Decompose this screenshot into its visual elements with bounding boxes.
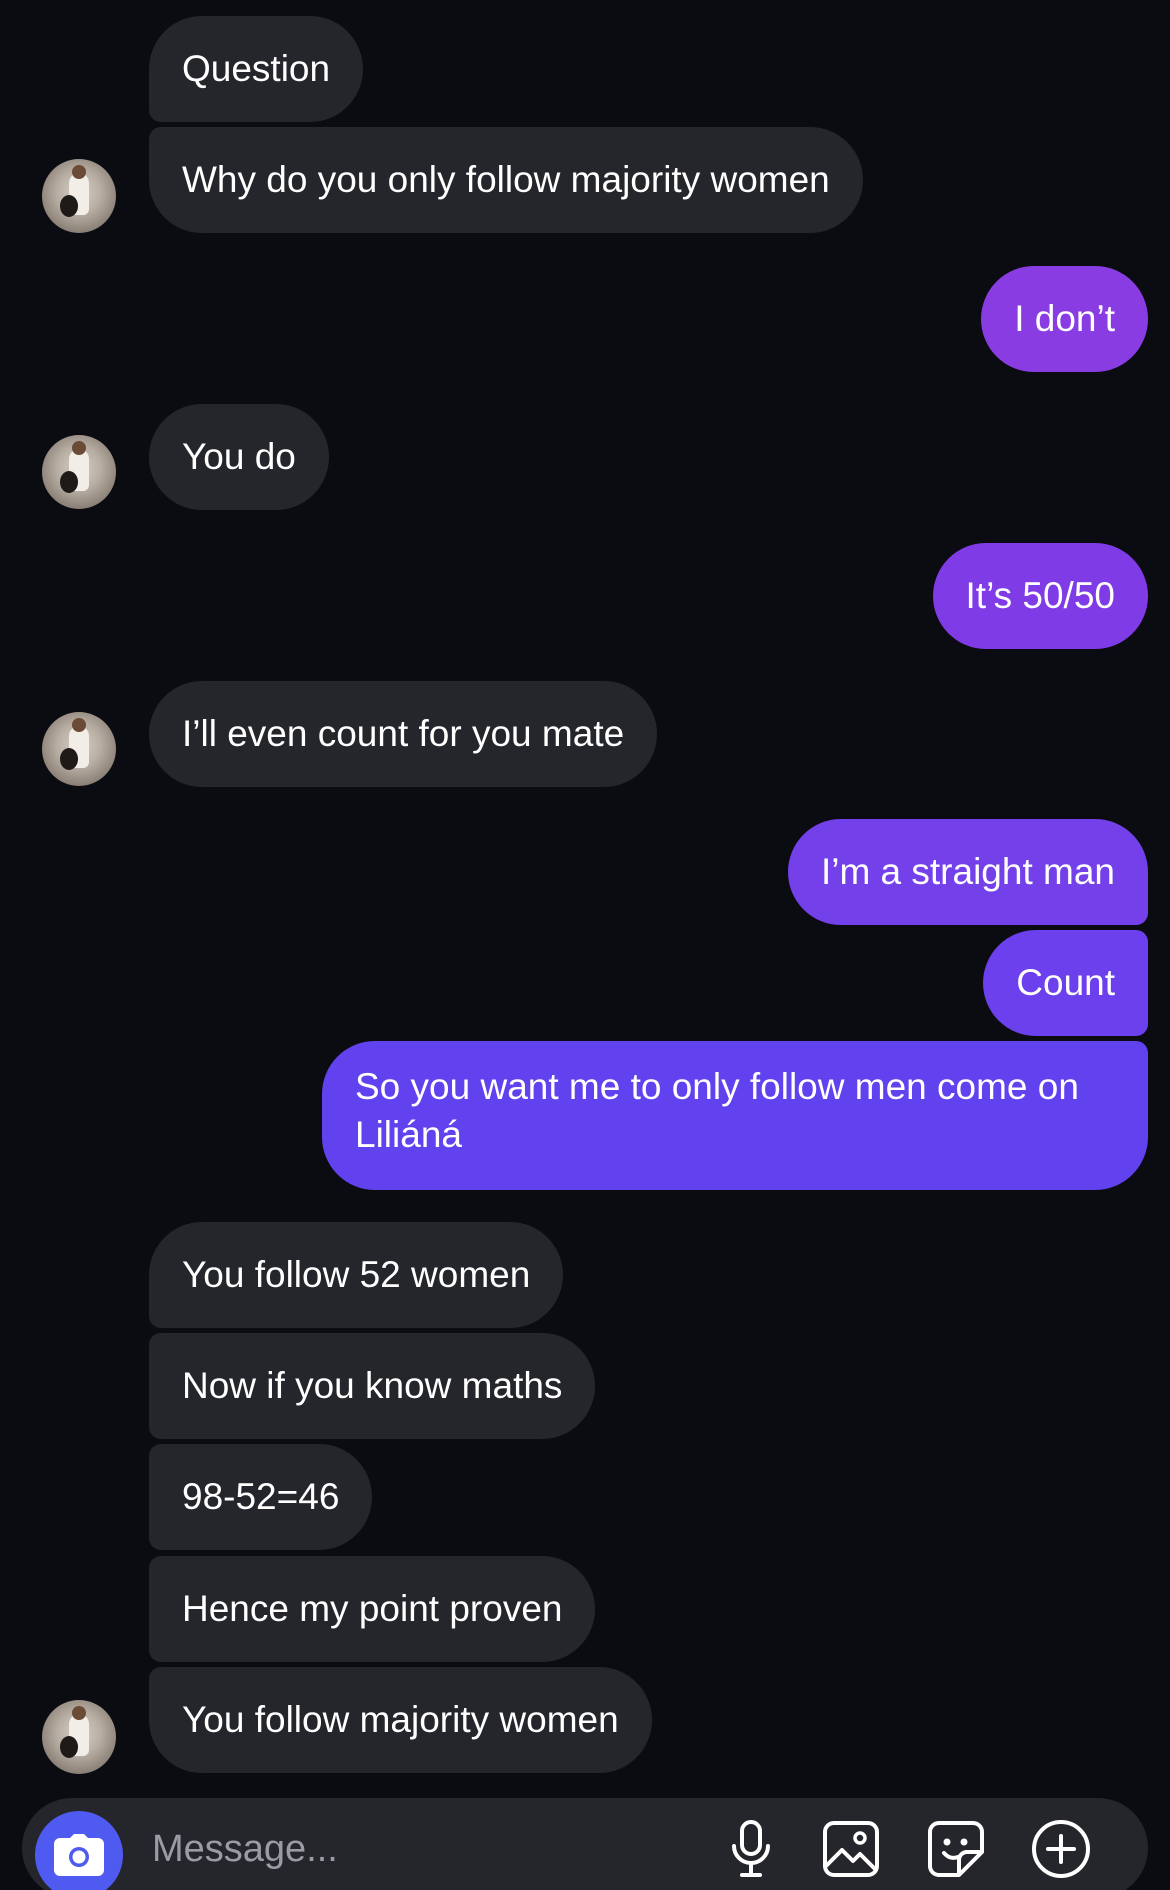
message-composer — [22, 1798, 1148, 1890]
incoming-message[interactable]: You do — [149, 404, 329, 510]
incoming-message[interactable]: You follow majority women — [149, 1667, 652, 1773]
incoming-message[interactable]: Now if you know maths — [149, 1333, 596, 1439]
message-text: Now if you know maths — [182, 1365, 563, 1406]
incoming-message[interactable]: Hence my point proven — [149, 1556, 596, 1662]
message-text: You follow 52 women — [182, 1254, 531, 1295]
outgoing-message[interactable]: I don’t — [981, 266, 1148, 372]
message-input[interactable] — [150, 1816, 714, 1882]
incoming-message[interactable]: 98-52=46 — [149, 1444, 373, 1550]
incoming-message[interactable]: Why do you only follow majority women — [149, 127, 863, 233]
incoming-message[interactable]: I’ll even count for you mate — [149, 681, 658, 787]
contact-avatar[interactable] — [42, 159, 116, 233]
gallery-icon — [823, 1821, 879, 1877]
contact-avatar[interactable] — [42, 1700, 116, 1774]
microphone-button[interactable] — [720, 1818, 782, 1880]
camera-button[interactable] — [35, 1811, 123, 1890]
outgoing-message[interactable]: Count — [983, 930, 1148, 1036]
sticker-icon — [928, 1821, 984, 1877]
contact-avatar[interactable] — [42, 435, 116, 509]
message-text: I’m a straight man — [820, 851, 1115, 892]
microphone-icon — [732, 1820, 770, 1877]
message-text: It’s 50/50 — [965, 575, 1115, 616]
message-text: Why do you only follow majority women — [182, 159, 830, 200]
chat-screen: Question Why do you only follow majority… — [0, 0, 1170, 1890]
message-text: You follow majority women — [182, 1699, 619, 1740]
message-text: Question — [182, 48, 331, 89]
contact-avatar[interactable] — [42, 712, 116, 786]
message-text: So you want me to only follow men come o… — [355, 1066, 1079, 1155]
message-text: I’ll even count for you mate — [182, 713, 625, 754]
message-text: Hence my point proven — [182, 1588, 563, 1629]
more-button[interactable] — [1030, 1818, 1092, 1880]
camera-icon — [54, 1834, 104, 1876]
message-text: You do — [182, 436, 296, 477]
message-text: 98-52=46 — [182, 1476, 340, 1517]
sticker-button[interactable] — [925, 1818, 987, 1880]
outgoing-message[interactable]: It’s 50/50 — [932, 543, 1148, 649]
incoming-message[interactable]: You follow 52 women — [149, 1222, 564, 1328]
plus-circle-icon — [1032, 1820, 1090, 1878]
outgoing-message[interactable]: So you want me to only follow men come o… — [322, 1041, 1148, 1190]
incoming-message[interactable]: Question — [149, 16, 364, 122]
message-text: I don’t — [1014, 298, 1115, 339]
gallery-button[interactable] — [820, 1818, 882, 1880]
outgoing-message[interactable]: I’m a straight man — [787, 819, 1148, 925]
message-text: Count — [1016, 962, 1115, 1003]
